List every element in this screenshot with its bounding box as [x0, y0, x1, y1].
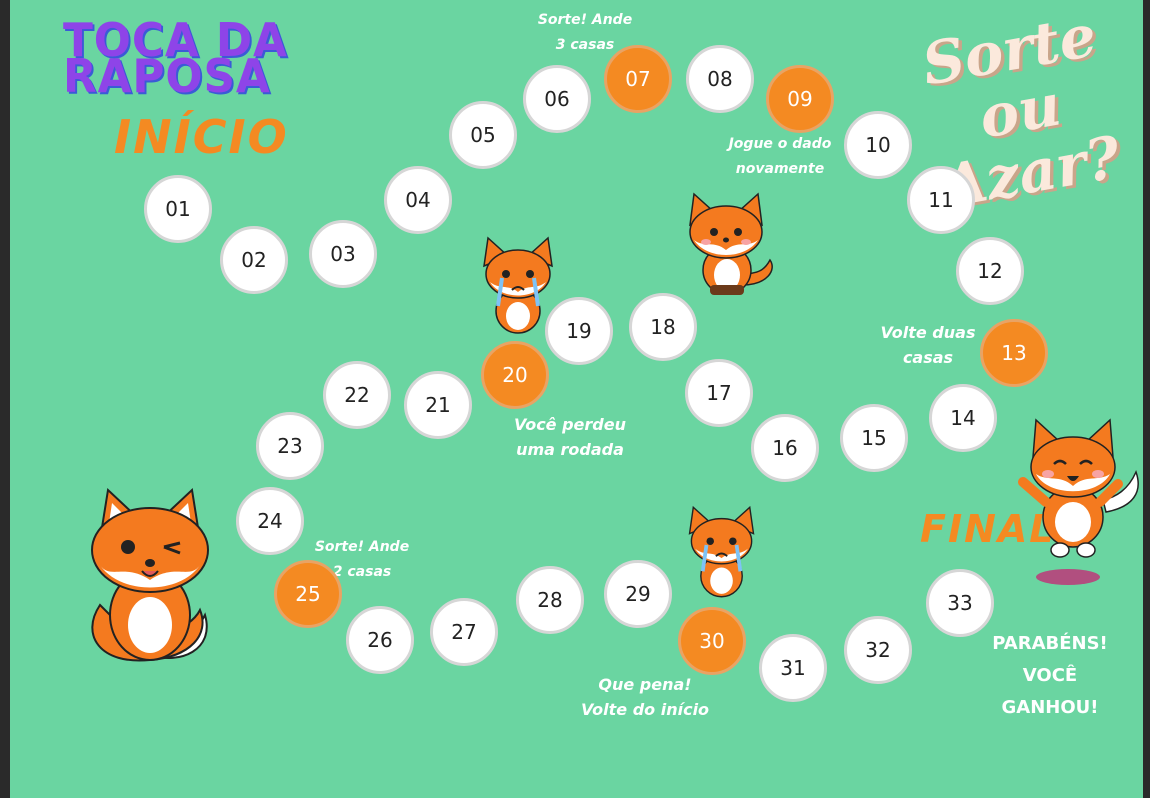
- note-line: novamente: [735, 161, 825, 177]
- board-cell-26[interactable]: 26: [346, 606, 414, 674]
- board-cell-29[interactable]: 29: [604, 560, 672, 628]
- note-cell-09: Jogue o dado novamente: [710, 132, 850, 182]
- board-cell-17[interactable]: 17: [685, 359, 753, 427]
- board-cell-18[interactable]: 18: [629, 293, 697, 361]
- board-cell-15[interactable]: 15: [840, 404, 908, 472]
- board-cell-04[interactable]: 04: [384, 166, 452, 234]
- board-cell-08[interactable]: 08: [686, 45, 754, 113]
- fox-winking-icon: [91, 487, 209, 662]
- board-cell-31[interactable]: 31: [759, 634, 827, 702]
- board-cell-14[interactable]: 14: [929, 384, 997, 452]
- start-label: INÍCIO: [114, 110, 289, 164]
- board-cell-19[interactable]: 19: [545, 297, 613, 365]
- note-cell-30: Que pena! Volte do início: [570, 672, 720, 722]
- board-cell-28[interactable]: 28: [516, 566, 584, 634]
- board-cell-06[interactable]: 06: [523, 65, 591, 133]
- board-cell-07[interactable]: 07: [604, 45, 672, 113]
- note-line: Volte do início: [580, 700, 710, 719]
- note-line: Sorte! Ande: [314, 539, 410, 555]
- note-line: Você perdeu: [513, 415, 626, 434]
- board-cell-13[interactable]: 13: [980, 319, 1048, 387]
- fox-sitting-icon: [689, 192, 773, 295]
- board-cell-03[interactable]: 03: [309, 220, 377, 288]
- game-title: TOCA DA RAPOSA: [63, 17, 288, 103]
- note-cell-13: Volte duas casas: [868, 320, 988, 370]
- board-cell-22[interactable]: 22: [323, 361, 391, 429]
- note-line: uma rodada: [516, 440, 624, 459]
- board-cell-23[interactable]: 23: [256, 412, 324, 480]
- board-cell-21[interactable]: 21: [404, 371, 472, 439]
- title-line-2: RAPOSA: [63, 49, 271, 103]
- board-cell-01[interactable]: 01: [144, 175, 212, 243]
- board-cell-16[interactable]: 16: [751, 414, 819, 482]
- game-board: TOCA DA RAPOSA INÍCIO FINAL Sorte ou Aza…: [10, 0, 1143, 798]
- board-cell-27[interactable]: 27: [430, 598, 498, 666]
- note-line: Volte duas: [880, 323, 976, 342]
- board-cell-25[interactable]: 25: [274, 560, 342, 628]
- board-cell-30[interactable]: 30: [678, 607, 746, 675]
- note-cell-20: Você perdeu uma rodada: [490, 412, 650, 462]
- board-cell-20[interactable]: 20: [481, 341, 549, 409]
- note-line: Que pena!: [598, 675, 692, 694]
- board-cell-11[interactable]: 11: [907, 166, 975, 234]
- note-line: Jogue o dado: [728, 136, 832, 152]
- board-cell-10[interactable]: 10: [844, 111, 912, 179]
- board-cell-09[interactable]: 09: [766, 65, 834, 133]
- win-message: PARABÉNS! VOCÊ GANHOU!: [965, 628, 1135, 724]
- board-cell-24[interactable]: 24: [236, 487, 304, 555]
- note-line: casas: [902, 348, 954, 367]
- board-cell-33[interactable]: 33: [926, 569, 994, 637]
- board-cell-02[interactable]: 02: [220, 226, 288, 294]
- note-line: GANHOU!: [1001, 697, 1099, 718]
- fox-jumping-icon: [1018, 418, 1139, 585]
- board-cell-05[interactable]: 05: [449, 101, 517, 169]
- fox-crying-icon: [688, 505, 755, 598]
- board-cell-12[interactable]: 12: [956, 237, 1024, 305]
- board-cell-32[interactable]: 32: [844, 616, 912, 684]
- note-line: Sorte! Ande: [537, 12, 633, 28]
- note-line: PARABÉNS! VOCÊ: [992, 633, 1108, 686]
